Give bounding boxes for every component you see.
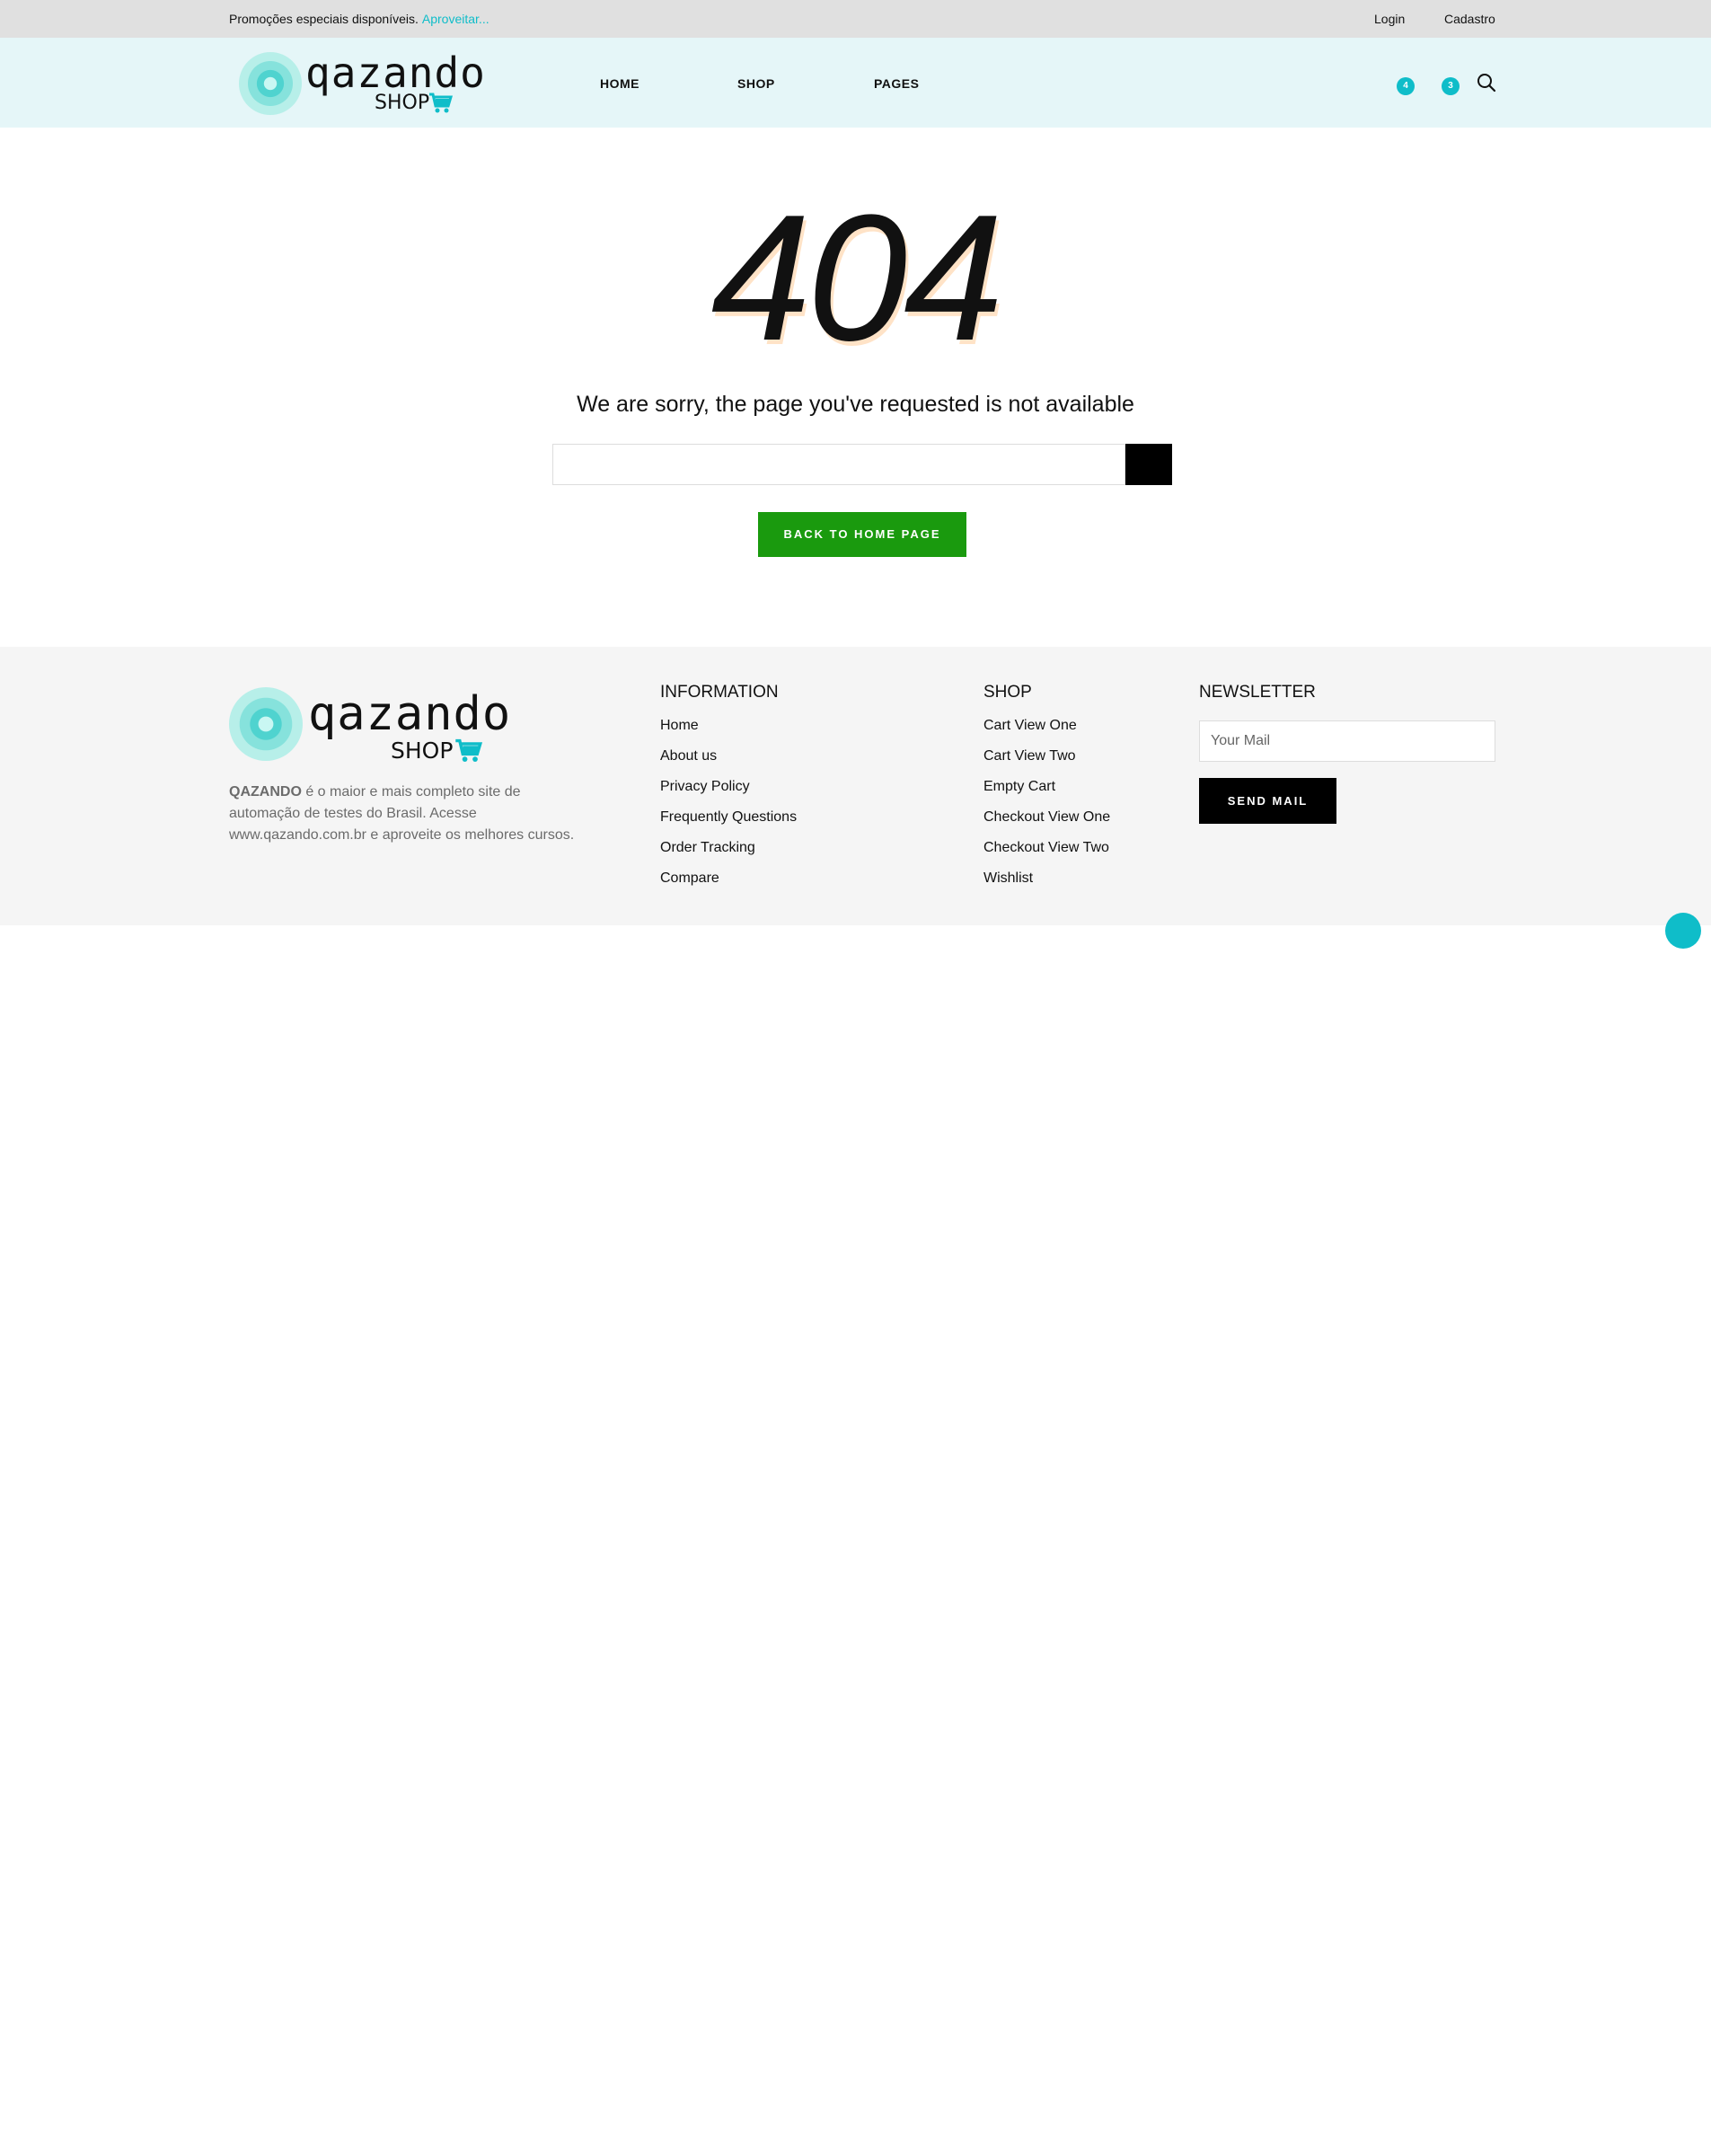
footer: qazando SHOP QAZANDO é o maior e mais co… bbox=[0, 647, 1711, 925]
main-header: qazando SHOP HOME SHOP PAGES 4 3 bbox=[0, 38, 1711, 128]
footer-brand-name: QAZANDO bbox=[229, 784, 302, 800]
logo-icon bbox=[239, 52, 302, 115]
promo-text: Promoções especiais disponíveis. Aproveit… bbox=[229, 12, 489, 26]
newsletter-heading: NEWSLETTER bbox=[1199, 683, 1316, 702]
back-to-home-button[interactable]: BACK TO HOME PAGE bbox=[758, 512, 966, 557]
cart-icon bbox=[455, 738, 482, 762]
search-button[interactable] bbox=[1125, 444, 1172, 485]
footer-link-privacy[interactable]: Privacy Policy bbox=[660, 779, 750, 795]
top-bar: Promoções especiais disponíveis. Aproveit… bbox=[0, 0, 1711, 38]
footer-link-empty-cart[interactable]: Empty Cart bbox=[983, 779, 1055, 795]
logo-shop-label: SHOP bbox=[391, 738, 454, 764]
cart-icon bbox=[429, 93, 453, 113]
footer-link-wishlist[interactable]: Wishlist bbox=[983, 870, 1033, 887]
newsletter-email-field[interactable]: Your Mail bbox=[1199, 720, 1495, 762]
footer-link-checkout-two[interactable]: Checkout View Two bbox=[983, 840, 1109, 856]
search-input[interactable] bbox=[552, 444, 1125, 485]
footer-link-compare[interactable]: Compare bbox=[660, 870, 719, 887]
logo-wordmark: qazando bbox=[308, 687, 512, 741]
footer-link-cart-one[interactable]: Cart View One bbox=[983, 718, 1077, 734]
promo-message: Promoções especiais disponíveis. bbox=[229, 12, 419, 26]
footer-link-checkout-one[interactable]: Checkout View One bbox=[983, 809, 1110, 826]
logo-shop-label: SHOP bbox=[375, 92, 430, 114]
logo-wordmark: qazando bbox=[305, 49, 486, 97]
cart-count-badge[interactable]: 3 bbox=[1442, 77, 1460, 95]
nav-home[interactable]: HOME bbox=[600, 76, 639, 91]
footer-description: QAZANDO é o maior e mais completo site d… bbox=[229, 782, 588, 846]
footer-link-about[interactable]: About us bbox=[660, 748, 717, 764]
header-logo[interactable]: qazando SHOP bbox=[235, 49, 485, 119]
footer-link-home[interactable]: Home bbox=[660, 718, 699, 734]
logo-icon bbox=[229, 687, 303, 761]
information-heading: INFORMATION bbox=[660, 683, 779, 702]
footer-logo[interactable]: qazando SHOP bbox=[229, 687, 510, 768]
footer-link-cart-two[interactable]: Cart View Two bbox=[983, 748, 1076, 764]
footer-link-faq[interactable]: Frequently Questions bbox=[660, 809, 797, 826]
floating-action-button[interactable] bbox=[1665, 913, 1701, 949]
error-message: We are sorry, the page you've requested … bbox=[577, 392, 1134, 417]
register-link[interactable]: Cadastro bbox=[1444, 12, 1495, 26]
shop-heading: SHOP bbox=[983, 683, 1032, 702]
nav-shop[interactable]: SHOP bbox=[737, 76, 775, 91]
nav-pages[interactable]: PAGES bbox=[874, 76, 919, 91]
footer-link-tracking[interactable]: Order Tracking bbox=[660, 840, 755, 856]
search-icon[interactable] bbox=[1476, 72, 1497, 93]
promo-link[interactable]: Aproveitar... bbox=[422, 12, 489, 26]
wishlist-count-badge[interactable]: 4 bbox=[1397, 77, 1415, 95]
error-code: 404 bbox=[710, 178, 1004, 378]
send-mail-button[interactable]: SEND MAIL bbox=[1199, 778, 1336, 824]
login-link[interactable]: Login bbox=[1374, 12, 1405, 26]
